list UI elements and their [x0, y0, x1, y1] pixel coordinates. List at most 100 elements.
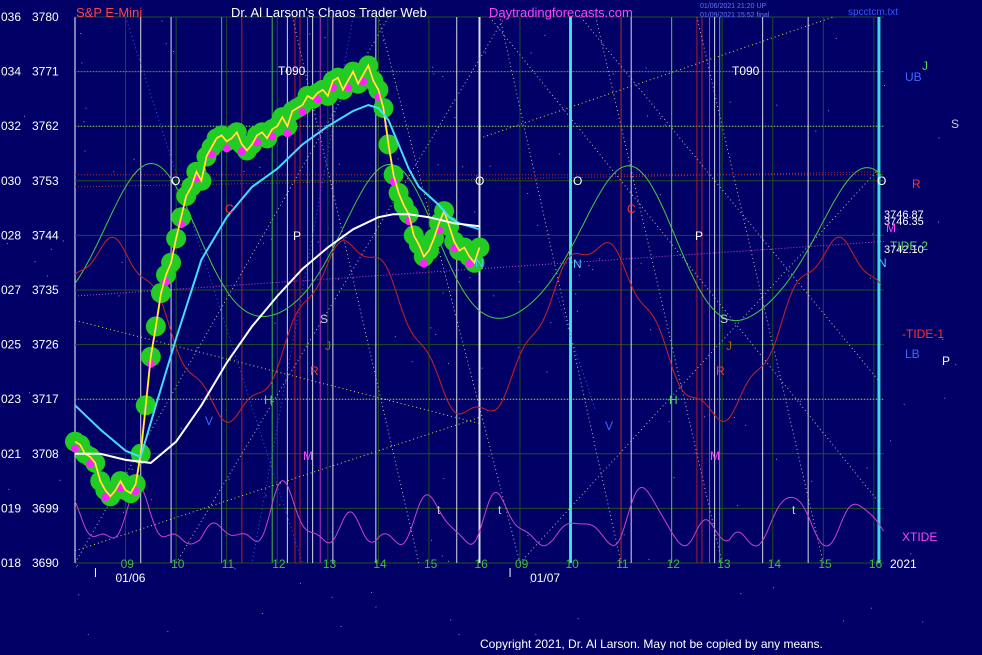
year-label: 2021 [890, 557, 917, 571]
right-level-label: J [922, 59, 928, 73]
star-dot [903, 403, 905, 405]
chaos-trader-chart: 036 3780 034 3771 032 3762 030 3753 028 3744 027 37… [0, 0, 982, 651]
x-tick-label: 11 [222, 557, 235, 571]
star-dot [733, 417, 735, 418]
cycle-marker-label: S [320, 312, 328, 326]
cycle-marker-label: N [573, 257, 582, 271]
star-dot [87, 634, 89, 636]
star-dot [437, 164, 439, 166]
star-dot [488, 455, 490, 457]
star-dot [118, 295, 120, 297]
low-marker-dot [419, 259, 428, 268]
star-dot [454, 117, 456, 119]
y-tick-label-right: 3690 [32, 556, 59, 570]
star-dot [659, 194, 661, 196]
star-dot [448, 363, 449, 365]
star-dot [577, 618, 579, 620]
cycle-marker-label: T090 [278, 64, 306, 78]
star-dot [173, 51, 174, 52]
star-dot [518, 281, 520, 283]
cycle-marker-label: H [264, 393, 273, 407]
star-dot [648, 559, 650, 561]
y-tick-label-right: 3717 [32, 392, 59, 406]
cycle-marker-label: P [293, 229, 301, 243]
star-dot [815, 130, 817, 132]
star-dot [729, 101, 731, 103]
low-marker-dot [283, 129, 292, 138]
star-dot [62, 240, 64, 242]
star-dot [481, 367, 483, 369]
y-tick-label-left: 019 [1, 501, 21, 515]
star-dot [78, 594, 80, 596]
star-dot [113, 171, 115, 173]
star-dot [29, 392, 30, 394]
cycle-marker-label: O [573, 174, 582, 188]
star-dot [442, 75, 444, 77]
symbol-title: S&P E-Mini [76, 5, 142, 20]
star-dot [317, 241, 319, 243]
x-tick-label: 10 [566, 557, 580, 571]
star-dot [811, 480, 813, 482]
star-dot [546, 371, 548, 373]
star-dot [150, 499, 152, 501]
y-tick-label-left: 025 [1, 338, 21, 352]
cycle-marker-label: H [669, 393, 678, 407]
final-stamp: 01/09/2021 15:52 final [700, 12, 770, 19]
cycle-marker-label: T090 [732, 64, 760, 78]
star-dot [704, 416, 706, 418]
star-dot [575, 293, 577, 295]
cycle-marker-label: S [720, 312, 728, 326]
cycle-marker-label: O [475, 174, 484, 188]
star-dot [397, 158, 399, 160]
star-dot [338, 163, 340, 165]
star-dot [81, 62, 83, 64]
right-level-label: UB [905, 70, 922, 84]
y-tick-label-left: 023 [1, 392, 21, 406]
star-dot [462, 166, 464, 168]
star-dot [890, 440, 892, 442]
data-file-name: spcctcm.txt [848, 7, 898, 18]
cycle-marker-label: V [605, 419, 613, 433]
star-dot [866, 467, 868, 469]
right-level-label: LB [905, 347, 920, 361]
y-tick-label-right: 3699 [32, 501, 59, 515]
star-dot [279, 504, 281, 506]
y-tick-label-left: 027 [1, 283, 21, 297]
star-dot [84, 150, 86, 152]
right-level-label: P [942, 354, 950, 368]
star-dot [80, 33, 82, 34]
star-dot [433, 73, 435, 75]
star-dot [443, 478, 445, 480]
star-dot [544, 34, 546, 36]
cycle-marker-label: N [475, 256, 484, 270]
star-dot [537, 224, 539, 226]
low-marker-dot [222, 144, 231, 153]
x-tick-label: 15 [818, 557, 832, 571]
site-link[interactable]: Daytradingforecasts.com [489, 5, 633, 20]
star-dot [673, 477, 675, 479]
star-dot [576, 310, 578, 312]
star-dot [517, 346, 519, 348]
star-dot [441, 555, 443, 557]
chart-title: Dr. Al Larson's Chaos Trader Web [231, 5, 427, 20]
star-dot [274, 322, 276, 324]
star-dot [435, 334, 437, 335]
right-level-label: TIDE-2 [890, 239, 928, 253]
star-dot [77, 564, 79, 566]
y-tick-label-right: 3753 [32, 174, 59, 188]
chart-svg: 036 3780 034 3771 032 3762 030 3753 028 3744 027 37… [0, 0, 982, 651]
x-tick-label: 13 [717, 557, 731, 571]
date-label: 01/06 [115, 571, 145, 585]
y-tick-label-left: 036 [1, 10, 21, 24]
star-dot [396, 87, 398, 89]
star-dot [527, 193, 529, 194]
star-dot [527, 535, 529, 537]
star-dot [474, 211, 476, 213]
star-dot [745, 424, 747, 426]
star-dot [842, 620, 844, 622]
star-dot [489, 165, 491, 167]
star-dot [259, 166, 261, 168]
star-dot [530, 52, 532, 54]
x-tick-label: 09 [515, 557, 529, 571]
star-dot [650, 329, 652, 331]
